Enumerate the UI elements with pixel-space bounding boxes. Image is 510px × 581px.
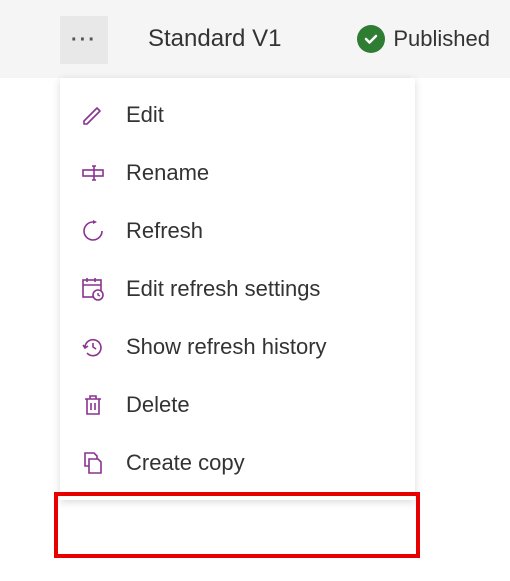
menu-item-delete[interactable]: Delete	[60, 376, 415, 434]
menu-label: Edit	[126, 102, 164, 128]
menu-label: Show refresh history	[126, 334, 327, 360]
menu-item-rename[interactable]: Rename	[60, 144, 415, 202]
more-horizontal-icon: ···	[71, 29, 97, 52]
refresh-icon	[80, 218, 106, 244]
highlight-annotation	[54, 492, 420, 558]
menu-label: Delete	[126, 392, 190, 418]
pencil-icon	[80, 102, 106, 128]
menu-item-edit[interactable]: Edit	[60, 86, 415, 144]
header-bar: ··· Standard V1 Published	[0, 0, 510, 78]
menu-label: Create copy	[126, 450, 245, 476]
status-badge: Published	[357, 25, 490, 53]
status-text: Published	[393, 26, 490, 52]
more-options-button[interactable]: ···	[60, 16, 108, 64]
menu-label: Refresh	[126, 218, 203, 244]
page-title: Standard V1	[148, 25, 281, 53]
trash-icon	[80, 392, 106, 418]
menu-item-refresh[interactable]: Refresh	[60, 202, 415, 260]
copy-icon	[80, 450, 106, 476]
menu-label: Rename	[126, 160, 209, 186]
checkmark-circle-icon	[357, 25, 385, 53]
history-icon	[80, 334, 106, 360]
menu-item-edit-refresh-settings[interactable]: Edit refresh settings	[60, 260, 415, 318]
calendar-clock-icon	[80, 276, 106, 302]
context-menu: Edit Rename Refresh	[60, 78, 415, 500]
menu-item-show-refresh-history[interactable]: Show refresh history	[60, 318, 415, 376]
menu-item-create-copy[interactable]: Create copy	[60, 434, 415, 492]
rename-icon	[80, 160, 106, 186]
menu-label: Edit refresh settings	[126, 276, 320, 302]
